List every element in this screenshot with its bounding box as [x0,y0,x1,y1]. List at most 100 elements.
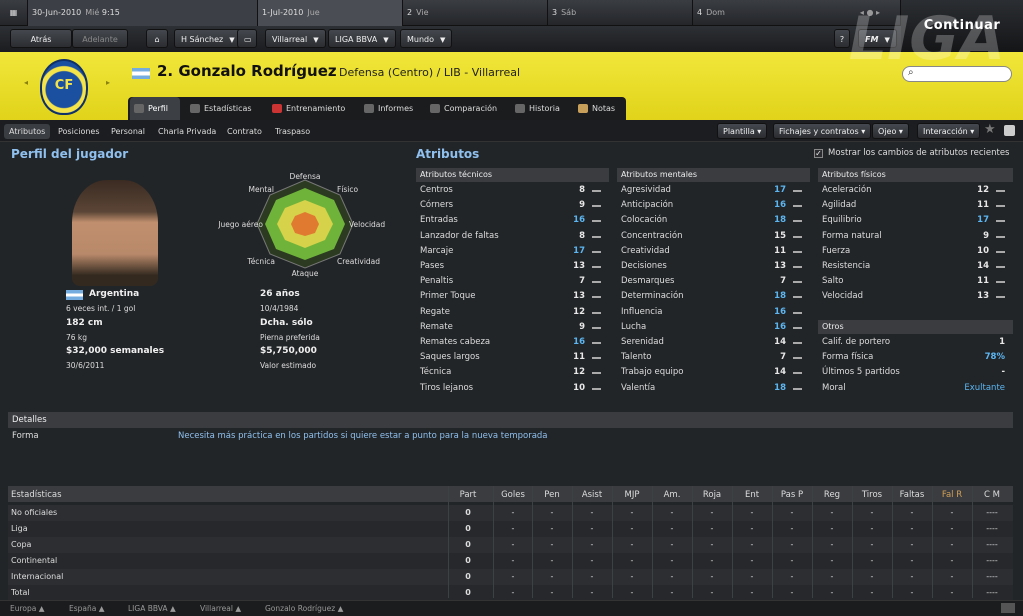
history-icon [515,104,525,113]
stats-cell: ---- [986,508,998,517]
attribute-value: 78% [984,352,1005,363]
subtab-atributos[interactable]: Atributos [4,124,51,139]
calendar-icon[interactable]: ▦ [0,0,28,26]
attribute-value: 17 [573,245,585,256]
subtab-personal[interactable]: Personal [106,124,150,139]
attribute-value: 11 [977,276,989,287]
table-row [8,505,1013,521]
stats-cell: - [630,588,634,597]
trend-icon [793,296,802,299]
plantilla-menu[interactable]: Plantilla ▾ [717,123,768,139]
stats-cell: - [550,540,554,549]
attribute-value: 8 [579,185,585,195]
technical-title: Atributos técnicos [416,168,609,182]
table-row [8,521,1013,537]
attribute-row: Colocación 18 [617,213,810,228]
calendar-day-3[interactable]: 3 Sáb [548,0,693,26]
attribute-value: 16 [774,200,786,211]
forward-button[interactable]: Adelante [72,29,128,48]
trend-icon [592,357,601,360]
tab-label: Informes [378,104,414,113]
menu-label: Fichajes y contratos [779,127,859,136]
attribute-row: Calif. de portero 1 [818,335,1013,350]
stats-cell: - [830,524,834,533]
stats-cell: - [670,556,674,565]
league-menu[interactable]: LIGA BBVA ▼ [328,29,396,48]
subtab-traspaso[interactable]: Traspaso [270,124,315,139]
attribute-name: Remates cabeza [420,337,491,347]
tab-perfil[interactable]: Perfil [130,97,180,120]
stats-cell: - [870,556,874,565]
subtab-charla-privada[interactable]: Charla Privada [153,124,221,139]
stats-cell: - [630,540,634,549]
breadcrumb-item[interactable]: España ▲ [69,604,105,613]
trend-icon [996,220,1005,223]
prev-player-icon[interactable]: ◂ [21,78,31,88]
breadcrumb-item[interactable]: Europa ▲ [10,604,45,613]
preferred-foot-label: Pierna preferida [260,333,320,342]
world-menu[interactable]: Mundo ▼ [400,29,453,48]
stats-cell: - [790,540,794,549]
tab-informes[interactable]: Informes [360,97,413,120]
contract-end: 30/6/2011 [66,361,105,370]
search-input[interactable]: ⌕ [902,66,1012,82]
breadcrumb-item[interactable]: LIGA BBVA ▲ [128,604,176,613]
attribute-name: Trabajo equipo [621,367,684,378]
interaccion-menu[interactable]: Interacción ▾ [917,123,981,139]
manager-menu[interactable]: H Sánchez ▼ [174,29,242,48]
day-date: 3 [552,8,558,17]
day-date: 4 [697,8,703,17]
stats-cell: - [550,572,554,581]
world-label: Mundo [407,35,435,44]
subtab-contrato[interactable]: Contrato [222,124,267,139]
tab-notas[interactable]: Notas [574,97,615,120]
column-divider [652,486,653,598]
help-button[interactable]: ? [834,29,850,48]
stats-cell: - [750,524,754,533]
current-date-text: 30-Jun-2010 [32,8,82,17]
calendar-day-1[interactable]: 1-Jul-2010 Jue [258,0,403,26]
calendar-day-2[interactable]: 2 Vie [403,0,548,26]
attribute-name: Fuerza [822,245,851,256]
stats-cell: - [590,572,594,581]
manager-label: H Sánchez [181,35,224,44]
stats-cell: - [630,572,634,581]
home-icon[interactable]: ⌂ [146,29,168,48]
back-button[interactable]: Atrás [10,29,72,48]
stats-cell: - [830,572,834,581]
attribute-name: Forma física [822,352,874,363]
stats-cell: 0 [465,572,471,581]
breadcrumb: Europa ▲ España ▲ LIGA BBVA ▲ Villarreal ▲ G… [0,600,1023,616]
inbox-icon[interactable]: ▭ [237,29,257,48]
subtab-posiciones[interactable]: Posiciones [53,124,105,139]
attribute-row: Valentía 18 [617,381,810,396]
trend-icon [793,326,802,329]
star-icon[interactable]: ★ [984,122,996,137]
trend-icon [996,190,1005,192]
menu-label: Interacción [923,127,968,136]
tab-historia[interactable]: Historia [511,97,560,120]
breadcrumb-item[interactable]: Villarreal ▲ [200,604,241,613]
club-menu[interactable]: Villarreal ▼ [265,29,326,48]
profile-tabs: Perfil Estadísticas Entrenamiento Inform… [128,97,626,120]
show-changes-checkbox[interactable]: ✓ [814,149,823,158]
fichajes-menu[interactable]: Fichajes y contratos ▾ [773,123,872,139]
shortlist-icon[interactable] [1004,125,1015,136]
stats-row-label: No oficiales [11,508,58,517]
league-label: LIGA BBVA [335,35,378,44]
tab-comparacion[interactable]: Comparación [426,97,497,120]
attribute-value: 17 [774,185,786,195]
ojeo-menu[interactable]: Ojeo ▾ [872,123,909,139]
breadcrumb-item[interactable]: Gonzalo Rodríguez ▲ [265,604,343,613]
attribute-name: Saques largos [420,352,480,363]
attribute-row: Lucha 16 [617,320,810,335]
stats-cell: - [550,524,554,533]
stats-cell: - [830,556,834,565]
attribute-value: 16 [774,306,786,317]
tab-entrenamiento[interactable]: Entrenamiento [268,97,345,120]
resize-grip-icon[interactable] [1001,603,1015,613]
attribute-row: Agilidad 11 [818,198,1013,213]
next-player-icon[interactable]: ▸ [103,78,113,88]
tab-estadisticas[interactable]: Estadísticas [186,97,252,120]
stats-cell: 0 [465,556,471,565]
